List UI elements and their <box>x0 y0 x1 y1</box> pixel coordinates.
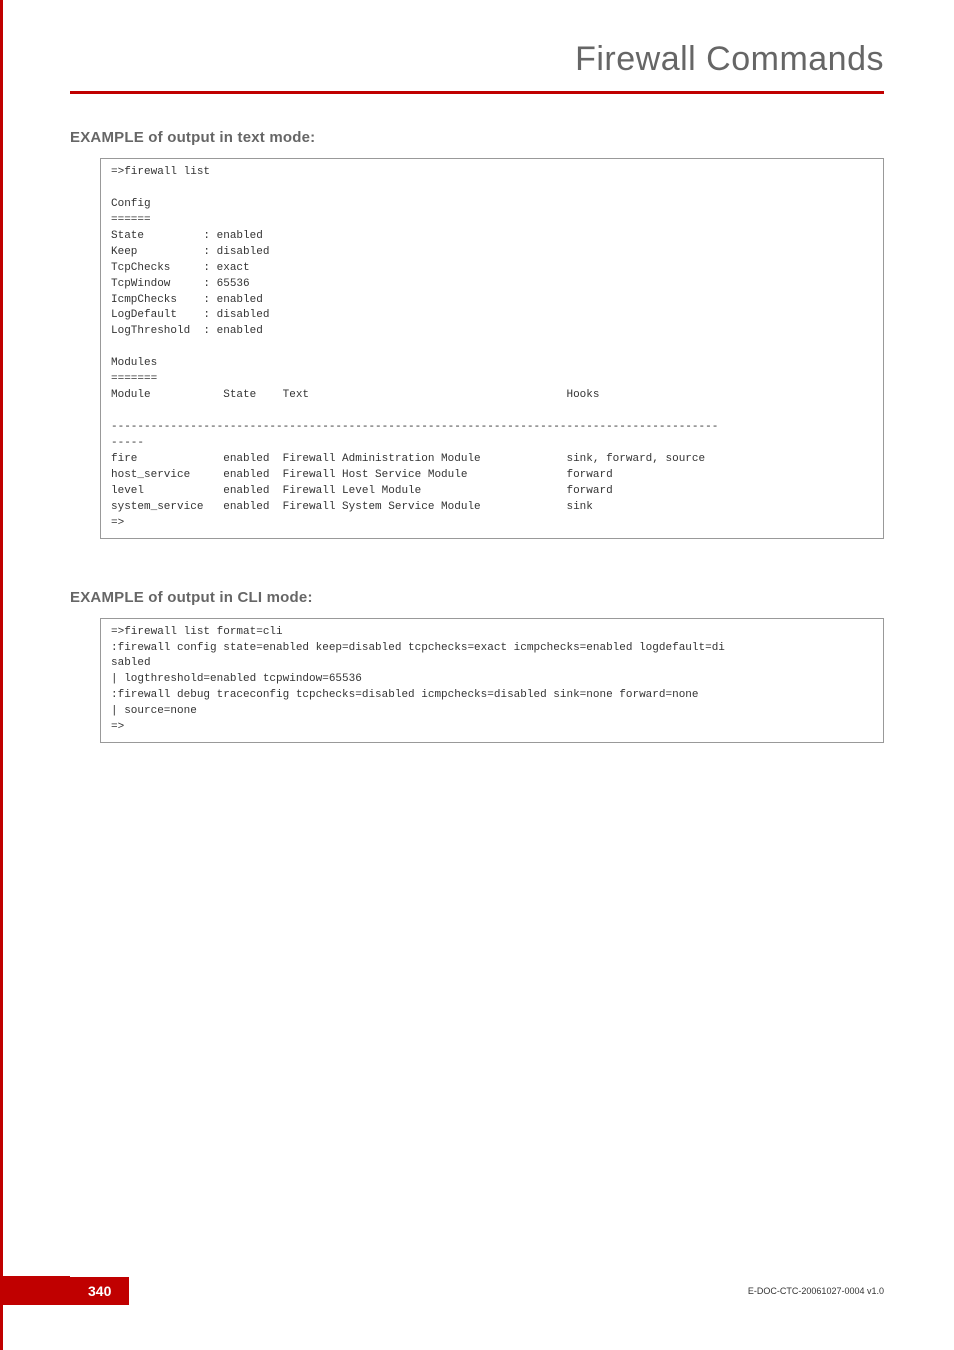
page-header: Firewall Commands <box>70 40 884 94</box>
page-footer: 340 E-DOC-CTC-20061027-0004 v1.0 <box>70 1277 884 1305</box>
header-title: Firewall Commands <box>70 40 884 79</box>
section-heading-text-mode: EXAMPLE of output in text mode: <box>70 129 884 146</box>
code-block-text-mode: =>firewall list Config ====== State : en… <box>100 158 884 539</box>
page-container: Firewall Commands EXAMPLE of output in t… <box>0 0 954 1350</box>
page-number: 340 <box>70 1277 129 1305</box>
code-block-cli-mode: =>firewall list format=cli :firewall con… <box>100 618 884 744</box>
document-id: E-DOC-CTC-20061027-0004 v1.0 <box>748 1286 884 1296</box>
section-heading-cli-mode: EXAMPLE of output in CLI mode: <box>70 589 884 606</box>
footer-red-bar <box>0 1276 70 1305</box>
